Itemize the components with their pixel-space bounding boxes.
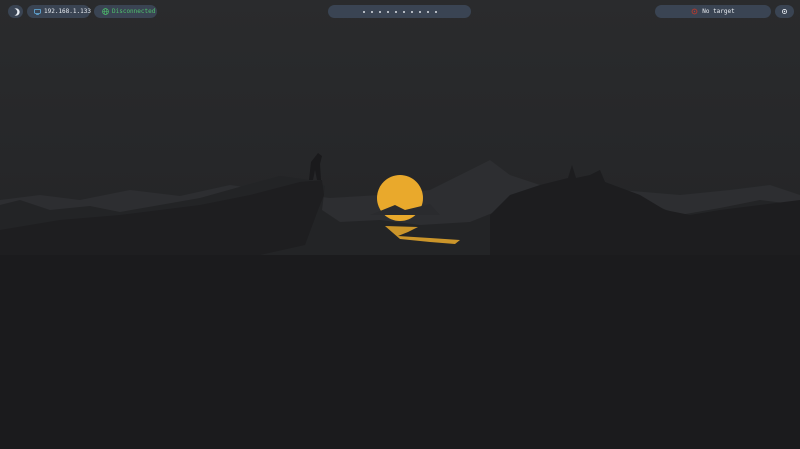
settings-button[interactable] — [775, 5, 794, 18]
target-text: No target — [702, 8, 735, 15]
ip-address-pill[interactable]: 192.168.1.133 — [27, 5, 91, 18]
workspace-dot-2[interactable] — [370, 10, 373, 13]
workspace-dot-10[interactable] — [434, 10, 437, 13]
launcher-button[interactable] — [8, 5, 23, 18]
ip-address-text: 192.168.1.133 — [44, 8, 91, 15]
connection-status-text: Disconnected — [112, 8, 156, 15]
top-bar: 192.168.1.133 Disconnected No target — [0, 5, 800, 18]
workspace-dot-7[interactable] — [410, 10, 413, 13]
workspace-dot-5[interactable] — [394, 10, 397, 13]
wallpaper — [0, 0, 800, 449]
crosshair-icon — [691, 8, 698, 15]
target-pill[interactable]: No target — [655, 5, 771, 18]
crescent-icon — [12, 7, 20, 16]
foreground — [0, 255, 800, 449]
workspace-dot-9[interactable] — [426, 10, 429, 13]
globe-icon — [102, 8, 109, 15]
workspace-switcher[interactable] — [328, 5, 471, 18]
monitor-icon — [34, 8, 41, 15]
connection-status-pill[interactable]: Disconnected — [94, 5, 157, 18]
gear-icon — [781, 8, 788, 15]
workspace-dot-6[interactable] — [402, 10, 405, 13]
workspace-dot-1[interactable] — [362, 10, 365, 13]
workspace-dot-3[interactable] — [378, 10, 381, 13]
workspace-dot-4[interactable] — [386, 10, 389, 13]
workspace-dot-8[interactable] — [418, 10, 421, 13]
